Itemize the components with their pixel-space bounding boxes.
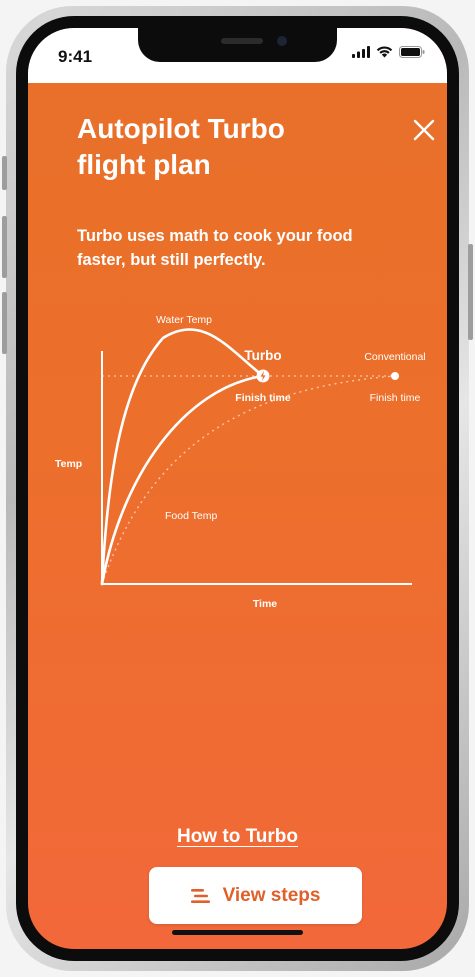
turbo-finish-label: Finish time [235,392,291,404]
conventional-finish-marker [391,372,399,380]
close-icon [413,119,435,141]
front-camera [277,36,287,46]
volume-down-button [2,292,7,354]
x-axis-label: Time [253,598,277,610]
status-time: 9:41 [58,47,93,66]
status-icons [352,46,425,58]
battery-icon [399,46,425,58]
y-axis-label: Temp [55,458,82,470]
conventional-label: Conventional [364,351,425,363]
page-title: Autopilot Turbo flight plan [77,113,285,180]
close-button[interactable] [408,114,440,146]
turbo-label: Turbo [244,348,281,363]
phone-frame: 9:41 Autopilot Turbo flight plan Turbo u… [2,6,473,971]
water-temp-label: Water Temp [156,314,212,326]
speaker [221,38,263,44]
home-indicator[interactable] [172,930,303,935]
water-temp-curve [100,328,265,586]
screen: 9:41 Autopilot Turbo flight plan Turbo u… [28,28,447,949]
wifi-icon [376,46,393,58]
view-steps-label: View steps [222,884,321,906]
food-temp-label: Food Temp [165,510,217,522]
power-button [468,244,473,340]
signal-icon [352,46,370,58]
conventional-curve [101,375,396,585]
how-to-turbo-row: How to Turbo [28,826,447,848]
volume-up-button [2,216,7,278]
description: Turbo uses math to cook your food faster… [77,227,353,269]
view-steps-button[interactable]: View steps [149,867,362,924]
turbo-diagram: Water Temp Turbo Finish time Conventiona… [55,314,426,610]
how-to-turbo-link[interactable]: How to Turbo [177,826,298,847]
conventional-finish-label: Finish time [370,392,421,404]
side-button [2,156,7,190]
notch [138,28,337,62]
list-icon [190,888,210,903]
